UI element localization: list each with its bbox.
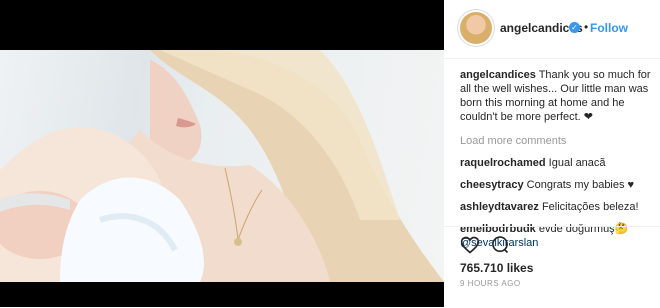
comment-icon[interactable] <box>490 235 510 255</box>
caption: angelcandices Thank you so much for all … <box>460 68 652 124</box>
comment-username[interactable]: ashleydtavarez <box>460 201 539 213</box>
photo-illustration <box>0 50 444 282</box>
heart-icon[interactable] <box>460 235 480 255</box>
comment-text: Felicitações beleza! <box>541 201 639 213</box>
comment-text: Congrats my babies ♥ <box>526 179 635 191</box>
post-header: angelcandices ✓ • Follow <box>444 0 660 59</box>
comment-item: raquelrochamed Igual anacã <box>460 156 652 170</box>
verified-badge-icon: ✓ <box>569 22 580 33</box>
post-timestamp[interactable]: 9 HOURS AGO <box>460 279 521 288</box>
comment-username[interactable]: raquelrochamed <box>460 157 546 169</box>
comment-username[interactable]: cheesytracy <box>460 179 524 191</box>
likes-count[interactable]: 765.710 likes <box>460 261 533 275</box>
post-actions: 765.710 likes 9 HOURS AGO <box>444 226 660 308</box>
post-sidebar: angelcandices ✓ • Follow angelcandices T… <box>444 0 660 307</box>
avatar[interactable] <box>460 12 492 44</box>
comment-item: cheesytracy Congrats my babies ♥ <box>460 178 652 192</box>
follow-button[interactable]: Follow <box>590 21 628 35</box>
load-more-comments-link[interactable]: Load more comments <box>460 134 652 148</box>
comment-text: Igual anacã <box>548 157 606 169</box>
comment-item: ashleydtavarez Felicitações beleza! <box>460 200 652 214</box>
post-photo[interactable] <box>0 50 444 282</box>
separator-dot: • <box>584 20 589 34</box>
photo-pane <box>0 0 444 307</box>
caption-username[interactable]: angelcandices <box>460 69 536 81</box>
